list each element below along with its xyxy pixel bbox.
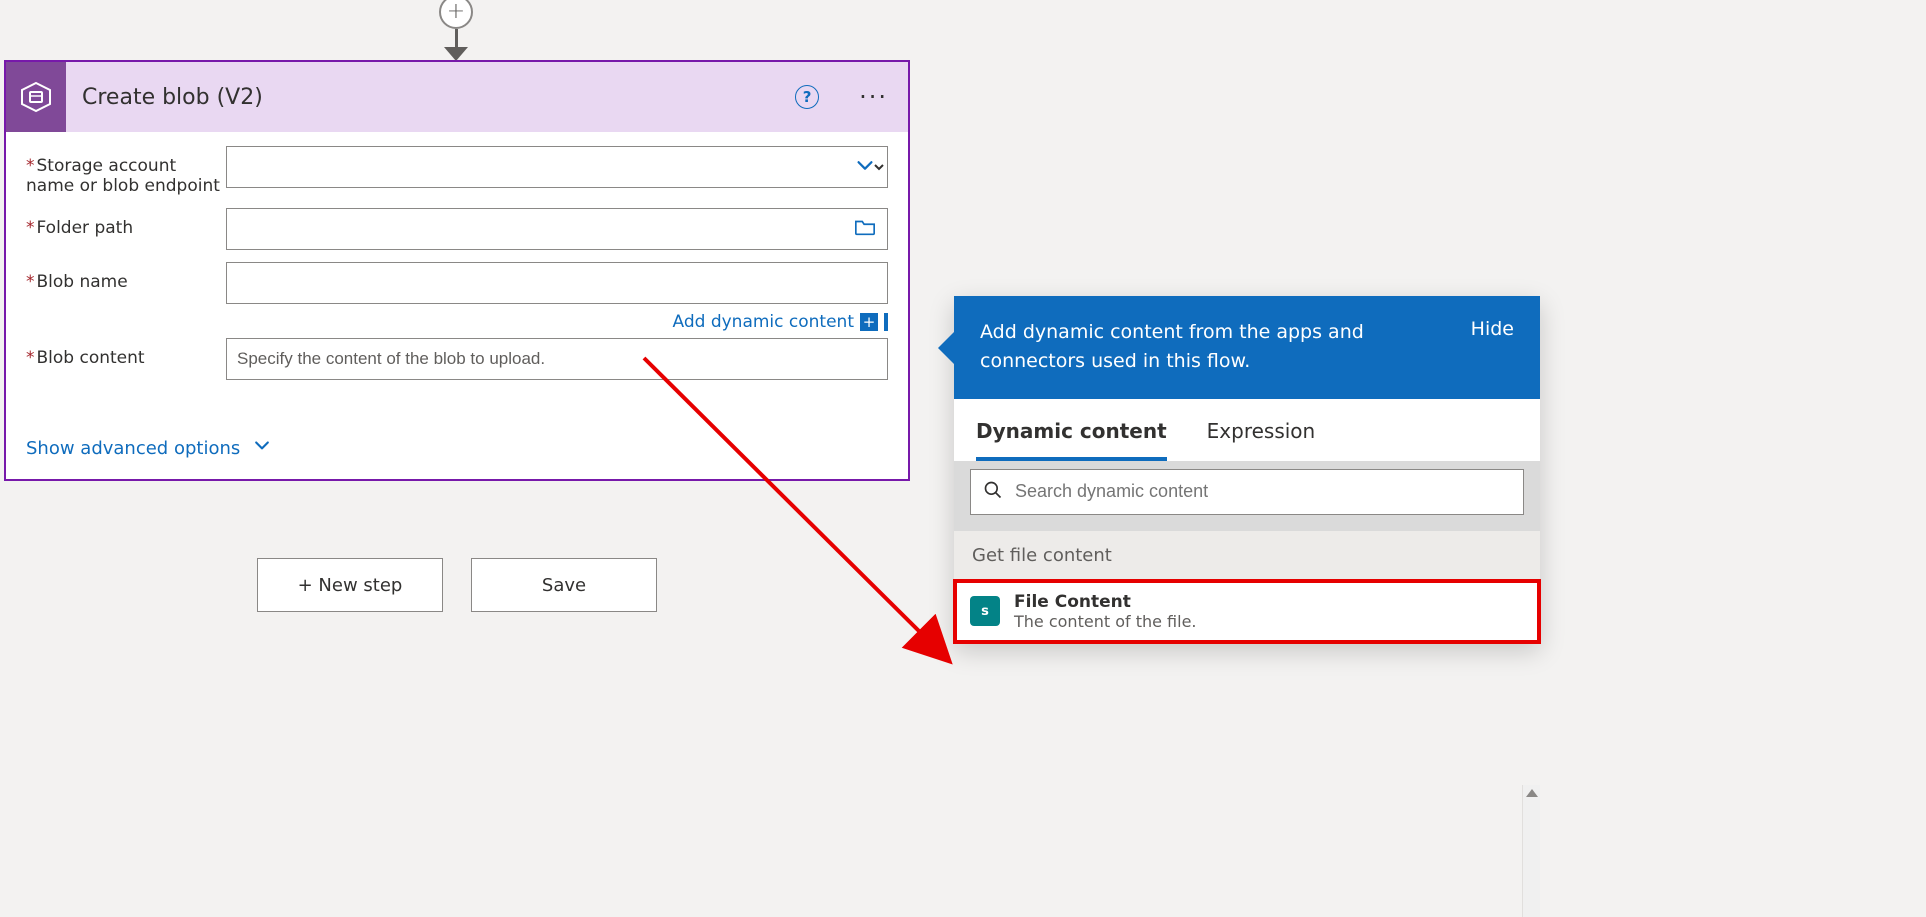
dynamic-content-header: Add dynamic content from the apps and co… [954,296,1540,399]
toggle-advanced-options[interactable]: Show advanced options [26,436,272,461]
plus-icon: + [439,0,473,29]
scroll-up-icon [1526,789,1538,797]
plus-badge-icon[interactable]: + [860,313,878,331]
folder-path-input[interactable] [226,208,888,250]
folder-picker-icon[interactable] [854,217,876,241]
new-step-button[interactable]: + New step [257,558,443,612]
insert-step-indicator[interactable]: + [434,0,478,61]
dynamic-item-desc: The content of the file. [1014,612,1197,631]
card-header[interactable]: Create blob (V2) ? ··· [6,62,908,132]
dynamic-item-file-content[interactable]: s File Content The content of the file. [954,580,1540,643]
azure-storage-icon [6,62,66,132]
dynamic-content-panel: Add dynamic content from the apps and co… [954,296,1540,643]
add-dynamic-content-link[interactable]: Add dynamic content [673,312,854,332]
label-blob-content: *Blob content [26,338,226,368]
label-storage-account: *Storage account name or blob endpoint [26,146,226,196]
arrow-down-icon [444,47,468,61]
label-blob-name: *Blob name [26,262,226,292]
hide-button[interactable]: Hide [1471,318,1514,340]
blob-content-input[interactable] [226,338,888,380]
help-icon[interactable]: ? [795,85,819,109]
callout-arrow-icon [938,332,954,364]
label-folder-path: *Folder path [26,208,226,238]
card-title: Create blob (V2) [66,85,795,110]
dynamic-group-title: Get file content [954,531,1540,580]
chevron-down-icon [252,435,272,460]
save-button[interactable]: Save [471,558,657,612]
tab-expression[interactable]: Expression [1207,419,1316,461]
blob-name-input[interactable] [226,262,888,304]
sharepoint-icon: s [970,596,1000,626]
tab-dynamic-content[interactable]: Dynamic content [976,419,1167,461]
plus-badge-bar [884,313,888,331]
search-icon [983,480,1003,504]
dynamic-content-search[interactable] [970,469,1524,515]
action-card-create-blob: Create blob (V2) ? ··· *Storage account … [4,60,910,481]
more-icon[interactable]: ··· [859,83,888,111]
storage-account-select[interactable] [226,146,888,188]
search-input[interactable] [1013,480,1511,503]
dynamic-content-message: Add dynamic content from the apps and co… [980,318,1447,377]
arrow-shaft [455,29,458,47]
dynamic-item-name: File Content [1014,592,1197,612]
scrollbar[interactable] [1522,785,1540,917]
